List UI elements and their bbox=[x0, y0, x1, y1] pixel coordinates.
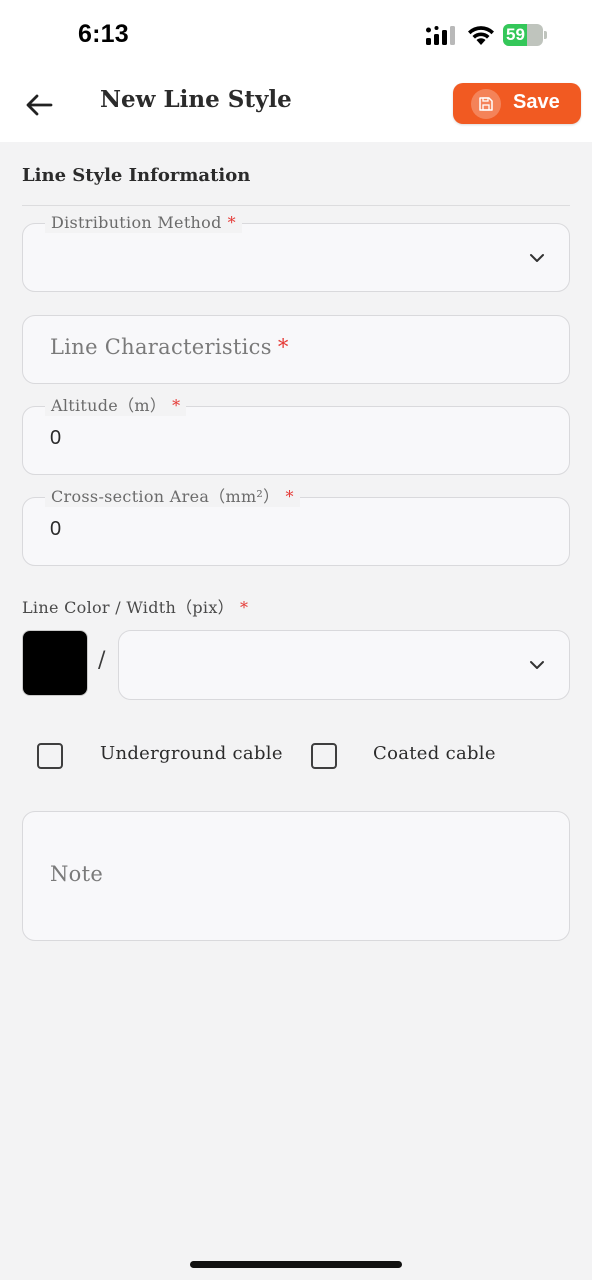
underground-cable-checkbox[interactable] bbox=[37, 743, 63, 769]
arrow-left-icon[interactable] bbox=[22, 88, 56, 122]
cross-section-area-value: 0 bbox=[50, 518, 62, 540]
home-indicator[interactable] bbox=[190, 1261, 402, 1268]
line-color-width-label: Line Color / Width（pix） * bbox=[22, 598, 249, 617]
signal-icon bbox=[426, 26, 455, 45]
cross-section-area-field[interactable]: Cross-section Area（mm²） * 0 bbox=[22, 487, 570, 566]
line-color-swatch[interactable] bbox=[22, 630, 88, 696]
floppy-disk-icon bbox=[471, 89, 501, 119]
status-bar: 6:13 59 bbox=[0, 0, 592, 70]
color-width-separator: / bbox=[98, 648, 106, 673]
coated-cable-label[interactable]: Coated cable bbox=[373, 743, 496, 764]
line-characteristics-placeholder: Line Characteristics * bbox=[50, 335, 289, 359]
coated-cable-checkbox[interactable] bbox=[311, 743, 337, 769]
cross-section-area-label: Cross-section Area（mm²） * bbox=[45, 487, 300, 507]
status-time: 6:13 bbox=[78, 20, 129, 48]
section-divider bbox=[22, 205, 570, 206]
altitude-field[interactable]: Altitude（m） * 0 bbox=[22, 396, 570, 475]
chevron-down-icon bbox=[530, 254, 544, 262]
line-characteristics-field[interactable]: Line Characteristics * bbox=[22, 315, 570, 384]
save-button-label: Save bbox=[513, 91, 560, 113]
distribution-method-select[interactable]: Distribution Method * bbox=[22, 213, 570, 292]
line-width-select[interactable] bbox=[118, 630, 570, 700]
note-placeholder: Note bbox=[50, 862, 104, 886]
save-button[interactable]: Save bbox=[453, 83, 581, 124]
altitude-value: 0 bbox=[50, 427, 62, 449]
section-title: Line Style Information bbox=[22, 165, 251, 186]
app-header: New Line Style Save bbox=[0, 70, 592, 142]
battery-level: 59 bbox=[506, 25, 525, 44]
altitude-label: Altitude（m） * bbox=[45, 396, 187, 416]
underground-cable-label[interactable]: Underground cable bbox=[100, 743, 283, 764]
page-title: New Line Style bbox=[100, 86, 292, 113]
wifi-icon bbox=[468, 26, 494, 45]
note-textarea[interactable]: Note bbox=[22, 811, 570, 941]
distribution-method-label: Distribution Method * bbox=[45, 213, 242, 233]
battery-icon: 59 bbox=[503, 24, 547, 46]
chevron-down-icon bbox=[530, 661, 544, 669]
